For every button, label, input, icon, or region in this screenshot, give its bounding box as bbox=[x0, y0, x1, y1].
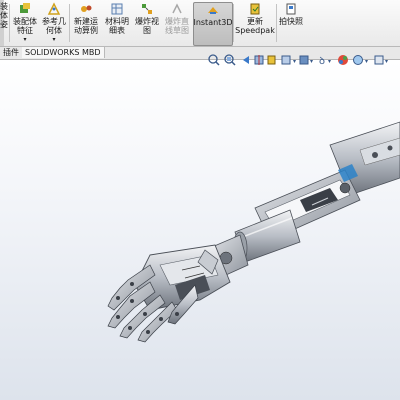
robotic-arm-model[interactable] bbox=[0, 60, 400, 400]
tab-solidworks-mbd[interactable]: SOLIDWORKS MBD bbox=[22, 47, 105, 58]
assembly-features-button[interactable]: 装配体 特征 ▾ bbox=[11, 2, 39, 44]
truncated-label-3: 姿 bbox=[0, 20, 8, 29]
exploded-view-button[interactable]: 爆炸视 图 bbox=[133, 2, 161, 44]
new-motion-study-label: 新建运 动算例 bbox=[74, 17, 98, 35]
ribbon-separator bbox=[233, 4, 234, 42]
reference-geometry-button[interactable]: 参考几 何体 ▾ bbox=[40, 2, 68, 44]
explode-line-sketch-icon bbox=[172, 3, 182, 14]
command-manager-ribbon: 装 体 姿 装配体 特征 ▾ 参考几 何体 ▾ 新建运 动算例 材料明 细表 爆… bbox=[0, 0, 400, 47]
reference-geometry-icon bbox=[47, 2, 61, 15]
take-snapshot-label: 拍快照 bbox=[279, 17, 303, 26]
assembly-features-icon bbox=[20, 3, 30, 13]
ribbon-truncated-button[interactable]: 装 体 姿 bbox=[0, 2, 8, 44]
instant3d-button[interactable]: Instant3D bbox=[193, 2, 233, 46]
instant3d-label: Instant3D bbox=[193, 18, 233, 27]
update-speedpak-label: 更新 Speedpak bbox=[235, 17, 275, 35]
update-speedpak-button[interactable]: 更新 Speedpak bbox=[235, 2, 275, 44]
ribbon-separator bbox=[69, 4, 70, 42]
ribbon-separator bbox=[9, 4, 10, 42]
bill-of-materials-button[interactable]: 材料明 细表 bbox=[103, 2, 131, 44]
tab-addins[interactable]: 插件 bbox=[0, 47, 23, 58]
truncated-label-2: 体 bbox=[0, 11, 8, 20]
ribbon-separator bbox=[276, 4, 277, 42]
graphics-viewport[interactable]: ▾ ▾ ꝺ ▾ ▾ ▾ bbox=[0, 54, 400, 400]
chevron-down-icon[interactable]: ▾ bbox=[23, 35, 26, 44]
exploded-view-icon bbox=[142, 4, 152, 14]
explode-line-sketch-label: 爆炸直 线草图 bbox=[165, 17, 189, 35]
chevron-down-icon[interactable]: ▾ bbox=[52, 35, 55, 44]
truncated-label-1: 装 bbox=[0, 2, 8, 11]
exploded-view-label: 爆炸视 图 bbox=[135, 17, 159, 35]
reference-geometry-label: 参考几 何体 bbox=[42, 17, 66, 35]
take-snapshot-button[interactable]: 拍快照 bbox=[278, 2, 304, 44]
bill-of-materials-icon bbox=[111, 3, 123, 15]
update-speedpak-icon bbox=[250, 3, 260, 15]
bill-of-materials-label: 材料明 细表 bbox=[105, 17, 129, 35]
new-motion-study-icon bbox=[81, 5, 92, 12]
take-snapshot-icon bbox=[286, 3, 296, 15]
assembly-features-label: 装配体 特征 bbox=[13, 17, 37, 35]
explode-line-sketch-button[interactable]: 爆炸直 线草图 bbox=[163, 2, 191, 44]
instant3d-icon bbox=[208, 7, 218, 14]
new-motion-study-button[interactable]: 新建运 动算例 bbox=[71, 2, 101, 44]
